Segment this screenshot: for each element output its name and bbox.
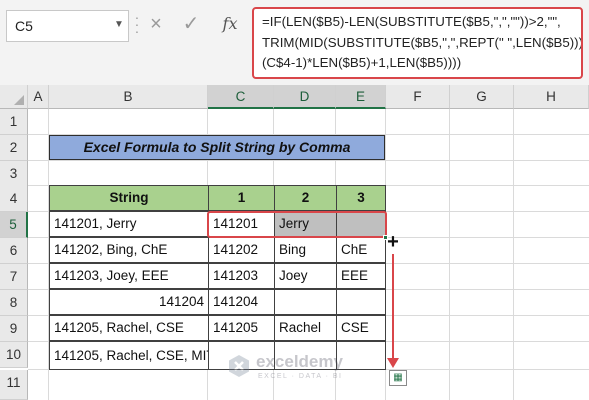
row-header-8[interactable]: 8 [0, 290, 28, 316]
column-header-c[interactable]: C [208, 85, 274, 109]
table-cell[interactable]: Rachel [274, 315, 337, 341]
grid-line [28, 160, 589, 161]
table-cell[interactable]: 141205, Rachel, CSE [49, 315, 209, 341]
column-header-a[interactable]: A [28, 85, 49, 109]
enter-icon[interactable]: ✓ [180, 12, 202, 36]
header-string[interactable]: String [49, 185, 209, 211]
insert-function-icon[interactable]: fx [216, 12, 244, 36]
chevron-down-icon[interactable]: ▼ [110, 16, 128, 34]
table-cell[interactable]: 141202, Bing, ChE [49, 237, 209, 263]
table-cell[interactable]: ChE [336, 237, 386, 263]
autofill-options-icon[interactable]: ▦ [389, 370, 407, 386]
row-header-10[interactable]: 10 [0, 342, 28, 368]
column-header-d[interactable]: D [274, 85, 336, 109]
table-cell[interactable]: EEE [336, 263, 386, 289]
watermark-name: exceldemy [256, 352, 343, 371]
formula-line: TRIM(MID(SUBSTITUTE($B5,",",REPT(" ",LEN… [262, 34, 583, 50]
table-cell[interactable] [274, 289, 337, 315]
column-header-f[interactable]: F [386, 85, 450, 109]
table-cell[interactable]: Bing [274, 237, 337, 263]
selection-highlight [207, 211, 387, 238]
column-header-b[interactable]: B [49, 85, 208, 109]
watermark-subtitle: EXCEL · DATA · BI [258, 373, 343, 380]
exceldemy-logo-icon [229, 355, 249, 377]
sheet-title[interactable]: Excel Formula to Split String by Comma [49, 135, 385, 160]
table-cell[interactable] [336, 341, 386, 370]
select-all-icon [14, 95, 24, 105]
header-2[interactable]: 2 [274, 185, 337, 211]
arrow-down-icon [387, 358, 399, 368]
row-header-3[interactable]: 3 [0, 161, 28, 187]
grid-line [449, 109, 450, 400]
table-cell[interactable]: 141202 [208, 237, 275, 263]
table-cell[interactable] [336, 289, 386, 315]
crosshair-cursor-icon: + [387, 231, 399, 253]
grid-line [513, 109, 514, 400]
column-header-h[interactable]: H [514, 85, 589, 109]
table-cell[interactable]: 141204 [208, 289, 275, 315]
formula-line: (C$4-1)*LEN($B5)+1,LEN($B5)))) [262, 55, 462, 70]
row-header-7[interactable]: 7 [0, 264, 28, 290]
drag-handle-icon[interactable]: · · · [134, 10, 140, 38]
table-cell[interactable]: Joey [274, 263, 337, 289]
row-header-4[interactable]: 4 [0, 186, 28, 212]
row-header-2[interactable]: 2 [0, 135, 28, 161]
row-header-6[interactable]: 6 [0, 238, 28, 264]
formula-line: =IF(LEN($B5)-LEN(SUBSTITUTE($B5,",",""))… [262, 14, 561, 29]
cancel-icon[interactable]: × [145, 12, 167, 36]
table-cell[interactable]: 141205, Rachel, CSE, MIT [49, 341, 209, 370]
drag-arrow [392, 254, 394, 362]
formula-input[interactable]: =IF(LEN($B5)-LEN(SUBSTITUTE($B5,",",""))… [252, 7, 583, 79]
table-cell[interactable]: 141204 [49, 289, 209, 315]
column-header-g[interactable]: G [450, 85, 514, 109]
header-1[interactable]: 1 [208, 185, 275, 211]
table-cell[interactable]: 141203, Joey, EEE [49, 263, 209, 289]
table-cell[interactable]: 141201, Jerry [49, 211, 209, 237]
column-header-e[interactable]: E [336, 85, 386, 109]
row-header-9[interactable]: 9 [0, 316, 28, 342]
header-3[interactable]: 3 [336, 185, 386, 211]
row-header-11[interactable]: 11 [0, 370, 28, 400]
table-cell[interactable]: 141203 [208, 263, 275, 289]
row-header-5[interactable]: 5 [0, 212, 28, 238]
table-cell[interactable]: 141205 [208, 315, 275, 341]
table-cell[interactable]: CSE [336, 315, 386, 341]
row-header-1[interactable]: 1 [0, 109, 28, 135]
